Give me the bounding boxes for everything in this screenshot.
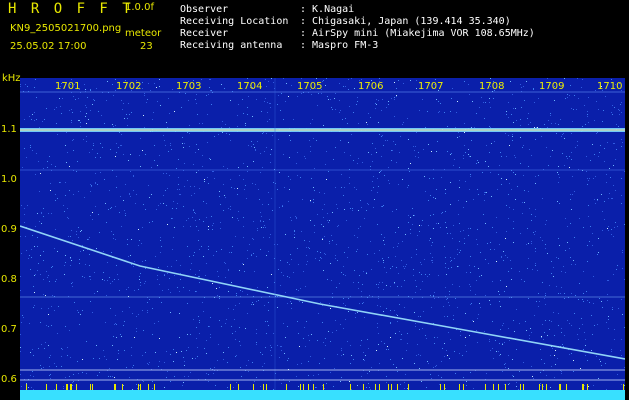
antenna-label: Receiving antenna xyxy=(180,40,283,51)
y-tick-label: 1.0 xyxy=(1,174,17,185)
bottom-tick xyxy=(303,384,304,390)
bottom-tick xyxy=(114,384,115,390)
bottom-tick xyxy=(388,384,389,390)
bottom-tick xyxy=(459,384,460,390)
x-tick-label: 1707 xyxy=(418,81,444,92)
meteor-count: 23 xyxy=(140,41,153,52)
bottom-tick xyxy=(583,384,584,390)
bottom-tick xyxy=(397,384,398,390)
bottom-tick xyxy=(26,384,27,390)
spectrogram xyxy=(20,78,625,400)
bottom-tick xyxy=(587,384,588,390)
meteor-trace xyxy=(20,225,625,360)
bottom-tick xyxy=(140,384,141,390)
timestamp: 25.05.02 17:00 xyxy=(10,41,87,52)
bottom-tick xyxy=(230,384,231,390)
bottom-tick xyxy=(300,384,301,390)
x-tick-label: 1703 xyxy=(176,81,202,92)
x-tick-label: 1710 xyxy=(597,81,623,92)
x-tick-label: 1701 xyxy=(55,81,81,92)
bottom-tick xyxy=(539,384,540,390)
observer-value: : K.Nagai xyxy=(300,4,355,15)
x-tick-label: 1706 xyxy=(358,81,384,92)
bottom-tick xyxy=(560,384,561,390)
bottom-tick xyxy=(138,384,139,390)
bottom-tick xyxy=(505,384,506,390)
bottom-tick xyxy=(238,384,239,390)
receiver-label: Receiver xyxy=(180,28,229,39)
bottom-tick xyxy=(70,384,71,390)
y-tick-label: 0.6 xyxy=(1,374,17,385)
bottom-tick xyxy=(582,384,583,390)
bottom-band xyxy=(20,390,625,400)
y-tick-label: 0.7 xyxy=(1,324,17,335)
bottom-tick xyxy=(313,384,314,390)
bottom-tick xyxy=(559,384,560,390)
location-label: Receiving Location xyxy=(180,16,289,27)
unit-label: kHz xyxy=(2,73,21,84)
bottom-tick xyxy=(67,384,68,390)
bottom-tick xyxy=(379,384,380,390)
bottom-tick xyxy=(375,384,376,390)
bottom-tick xyxy=(308,384,309,390)
bottom-tick xyxy=(122,384,123,390)
x-tick-label: 1704 xyxy=(237,81,263,92)
bottom-tick xyxy=(263,384,264,390)
bottom-tick xyxy=(90,384,91,390)
bottom-tick xyxy=(266,384,267,390)
observer-label: Observer xyxy=(180,4,229,15)
meteor-label: meteor xyxy=(125,28,162,39)
bottom-tick xyxy=(440,384,441,390)
spectrogram-canvas xyxy=(20,78,625,400)
x-tick-label: 1709 xyxy=(539,81,565,92)
bottom-tick xyxy=(408,384,409,390)
bottom-tick xyxy=(363,384,364,390)
bottom-tick xyxy=(76,384,77,390)
bottom-tick xyxy=(66,384,67,390)
bottom-tick xyxy=(286,384,287,390)
x-tick-label: 1705 xyxy=(297,81,323,92)
bottom-tick xyxy=(498,384,499,390)
y-tick-label: 1.1 xyxy=(1,124,17,135)
bottom-tick xyxy=(444,384,445,390)
y-tick-label: 0.8 xyxy=(1,274,17,285)
bottom-tick xyxy=(493,384,494,390)
bottom-tick xyxy=(523,384,524,390)
app-title: H R O F F T xyxy=(8,1,134,17)
receiver-value: : AirSpy mini (Miakejima VOR 108.65MHz) xyxy=(300,28,535,39)
bottom-tick xyxy=(542,384,543,390)
x-tick-label: 1702 xyxy=(116,81,142,92)
bottom-tick xyxy=(154,384,155,390)
x-tick-label: 1708 xyxy=(479,81,505,92)
bottom-tick xyxy=(56,384,57,390)
bottom-tick xyxy=(350,384,351,390)
bottom-tick xyxy=(92,384,93,390)
bottom-tick xyxy=(520,384,521,390)
bottom-tick xyxy=(148,384,149,390)
version-label: 1.0.0f xyxy=(125,2,154,13)
bottom-tick xyxy=(323,384,324,390)
bottom-tick xyxy=(566,384,567,390)
bottom-tick xyxy=(391,384,392,390)
file-name: KN9_2505021700.png xyxy=(10,23,122,34)
bottom-tick xyxy=(253,384,254,390)
bottom-tick xyxy=(546,384,547,390)
location-value: : Chigasaki, Japan (139.414 35.340) xyxy=(300,16,511,27)
y-tick-label: 0.9 xyxy=(1,224,17,235)
antenna-value: : Maspro FM-3 xyxy=(300,40,379,51)
noise-layer xyxy=(20,78,625,400)
bottom-tick xyxy=(463,384,464,390)
bottom-tick xyxy=(115,384,116,390)
bottom-tick xyxy=(71,384,72,390)
bottom-tick xyxy=(485,384,486,390)
bottom-tick xyxy=(623,384,624,390)
bottom-tick xyxy=(46,384,47,390)
